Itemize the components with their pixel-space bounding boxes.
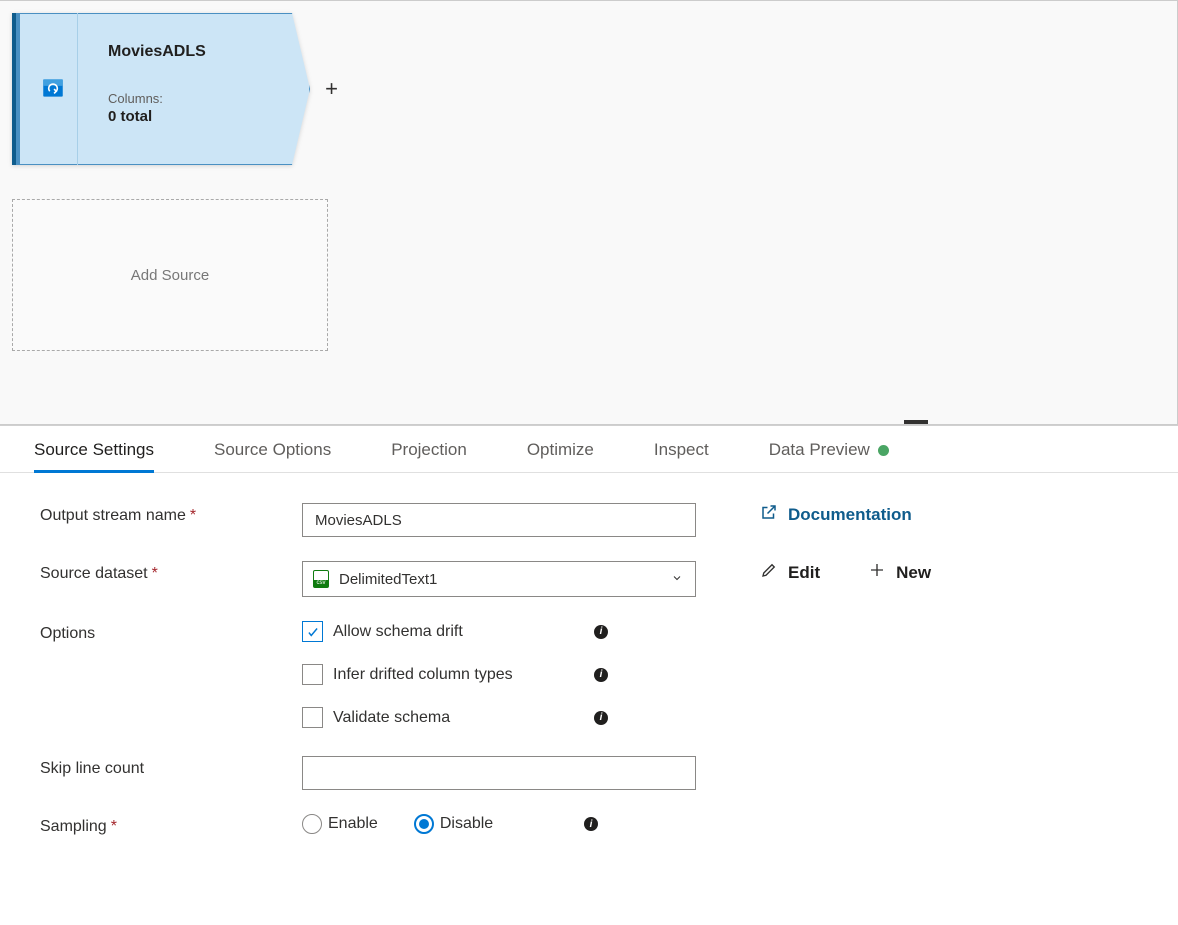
add-transformation-button[interactable]: + [325, 76, 338, 102]
required-indicator: * [190, 507, 196, 525]
documentation-label: Documentation [788, 505, 912, 525]
info-icon[interactable]: i [584, 817, 598, 831]
info-icon[interactable]: i [594, 625, 608, 639]
tab-optimize[interactable]: Optimize [527, 440, 594, 472]
infer-drifted-checkbox[interactable] [302, 664, 323, 685]
output-stream-name-label-text: Output stream name [40, 507, 186, 525]
tab-source-options[interactable]: Source Options [214, 440, 331, 472]
dataset-source-icon [40, 75, 66, 104]
options-label: Options [40, 621, 298, 643]
info-icon[interactable]: i [594, 668, 608, 682]
sampling-label: Sampling * [40, 814, 298, 836]
panel-drag-handle[interactable] [904, 420, 928, 424]
add-source-placeholder[interactable]: Add Source [12, 199, 328, 351]
info-icon[interactable]: i [594, 711, 608, 725]
source-node-moviesadls[interactable]: MoviesADLS Columns: 0 total [12, 13, 310, 165]
tab-data-preview-label: Data Preview [769, 440, 870, 460]
validate-schema-label: Validate schema [333, 709, 450, 727]
sampling-enable-label: Enable [328, 815, 378, 833]
validate-schema-checkbox[interactable] [302, 707, 323, 728]
allow-schema-drift-label: Allow schema drift [333, 623, 463, 641]
new-label: New [896, 563, 931, 583]
plus-icon [868, 561, 886, 584]
new-dataset-button[interactable]: New [868, 561, 931, 584]
add-source-label: Add Source [131, 267, 209, 284]
edit-icon [760, 561, 778, 584]
csv-file-icon [313, 570, 329, 588]
tab-projection[interactable]: Projection [391, 440, 467, 472]
required-indicator: * [111, 818, 117, 836]
documentation-link[interactable]: Documentation [760, 503, 912, 526]
output-stream-name-input[interactable] [302, 503, 696, 537]
source-dataset-label-text: Source dataset [40, 565, 148, 583]
output-stream-name-label: Output stream name * [40, 503, 298, 525]
source-dataset-dropdown[interactable]: DelimitedText1 [302, 561, 696, 597]
tab-inspect[interactable]: Inspect [654, 440, 709, 472]
node-columns-label: Columns: [108, 91, 206, 106]
source-dataset-value: DelimitedText1 [339, 571, 437, 588]
tab-source-settings[interactable]: Source Settings [34, 440, 154, 472]
options-label-text: Options [40, 625, 95, 643]
data-preview-status-icon [878, 445, 889, 456]
infer-drifted-label: Infer drifted column types [333, 666, 513, 684]
sampling-enable-radio[interactable]: Enable [302, 814, 378, 834]
required-indicator: * [152, 565, 158, 583]
sampling-disable-label: Disable [440, 815, 493, 833]
edit-dataset-button[interactable]: Edit [760, 561, 820, 584]
skip-line-count-label-text: Skip line count [40, 760, 144, 778]
node-title: MoviesADLS [108, 43, 206, 61]
node-columns-value: 0 total [108, 108, 206, 125]
tab-data-preview[interactable]: Data Preview [769, 440, 889, 472]
sampling-disable-radio[interactable]: Disable [414, 814, 493, 834]
tab-bar: Source Settings Source Options Projectio… [0, 426, 1178, 473]
source-dataset-label: Source dataset * [40, 561, 298, 583]
sampling-label-text: Sampling [40, 818, 107, 836]
dataflow-canvas[interactable]: MoviesADLS Columns: 0 total + Add Source [0, 0, 1178, 425]
allow-schema-drift-checkbox[interactable] [302, 621, 323, 642]
skip-line-count-input[interactable] [302, 756, 696, 790]
edit-label: Edit [788, 563, 820, 583]
skip-line-count-label: Skip line count [40, 756, 298, 778]
external-link-icon [760, 503, 778, 526]
chevron-down-icon [671, 571, 683, 587]
